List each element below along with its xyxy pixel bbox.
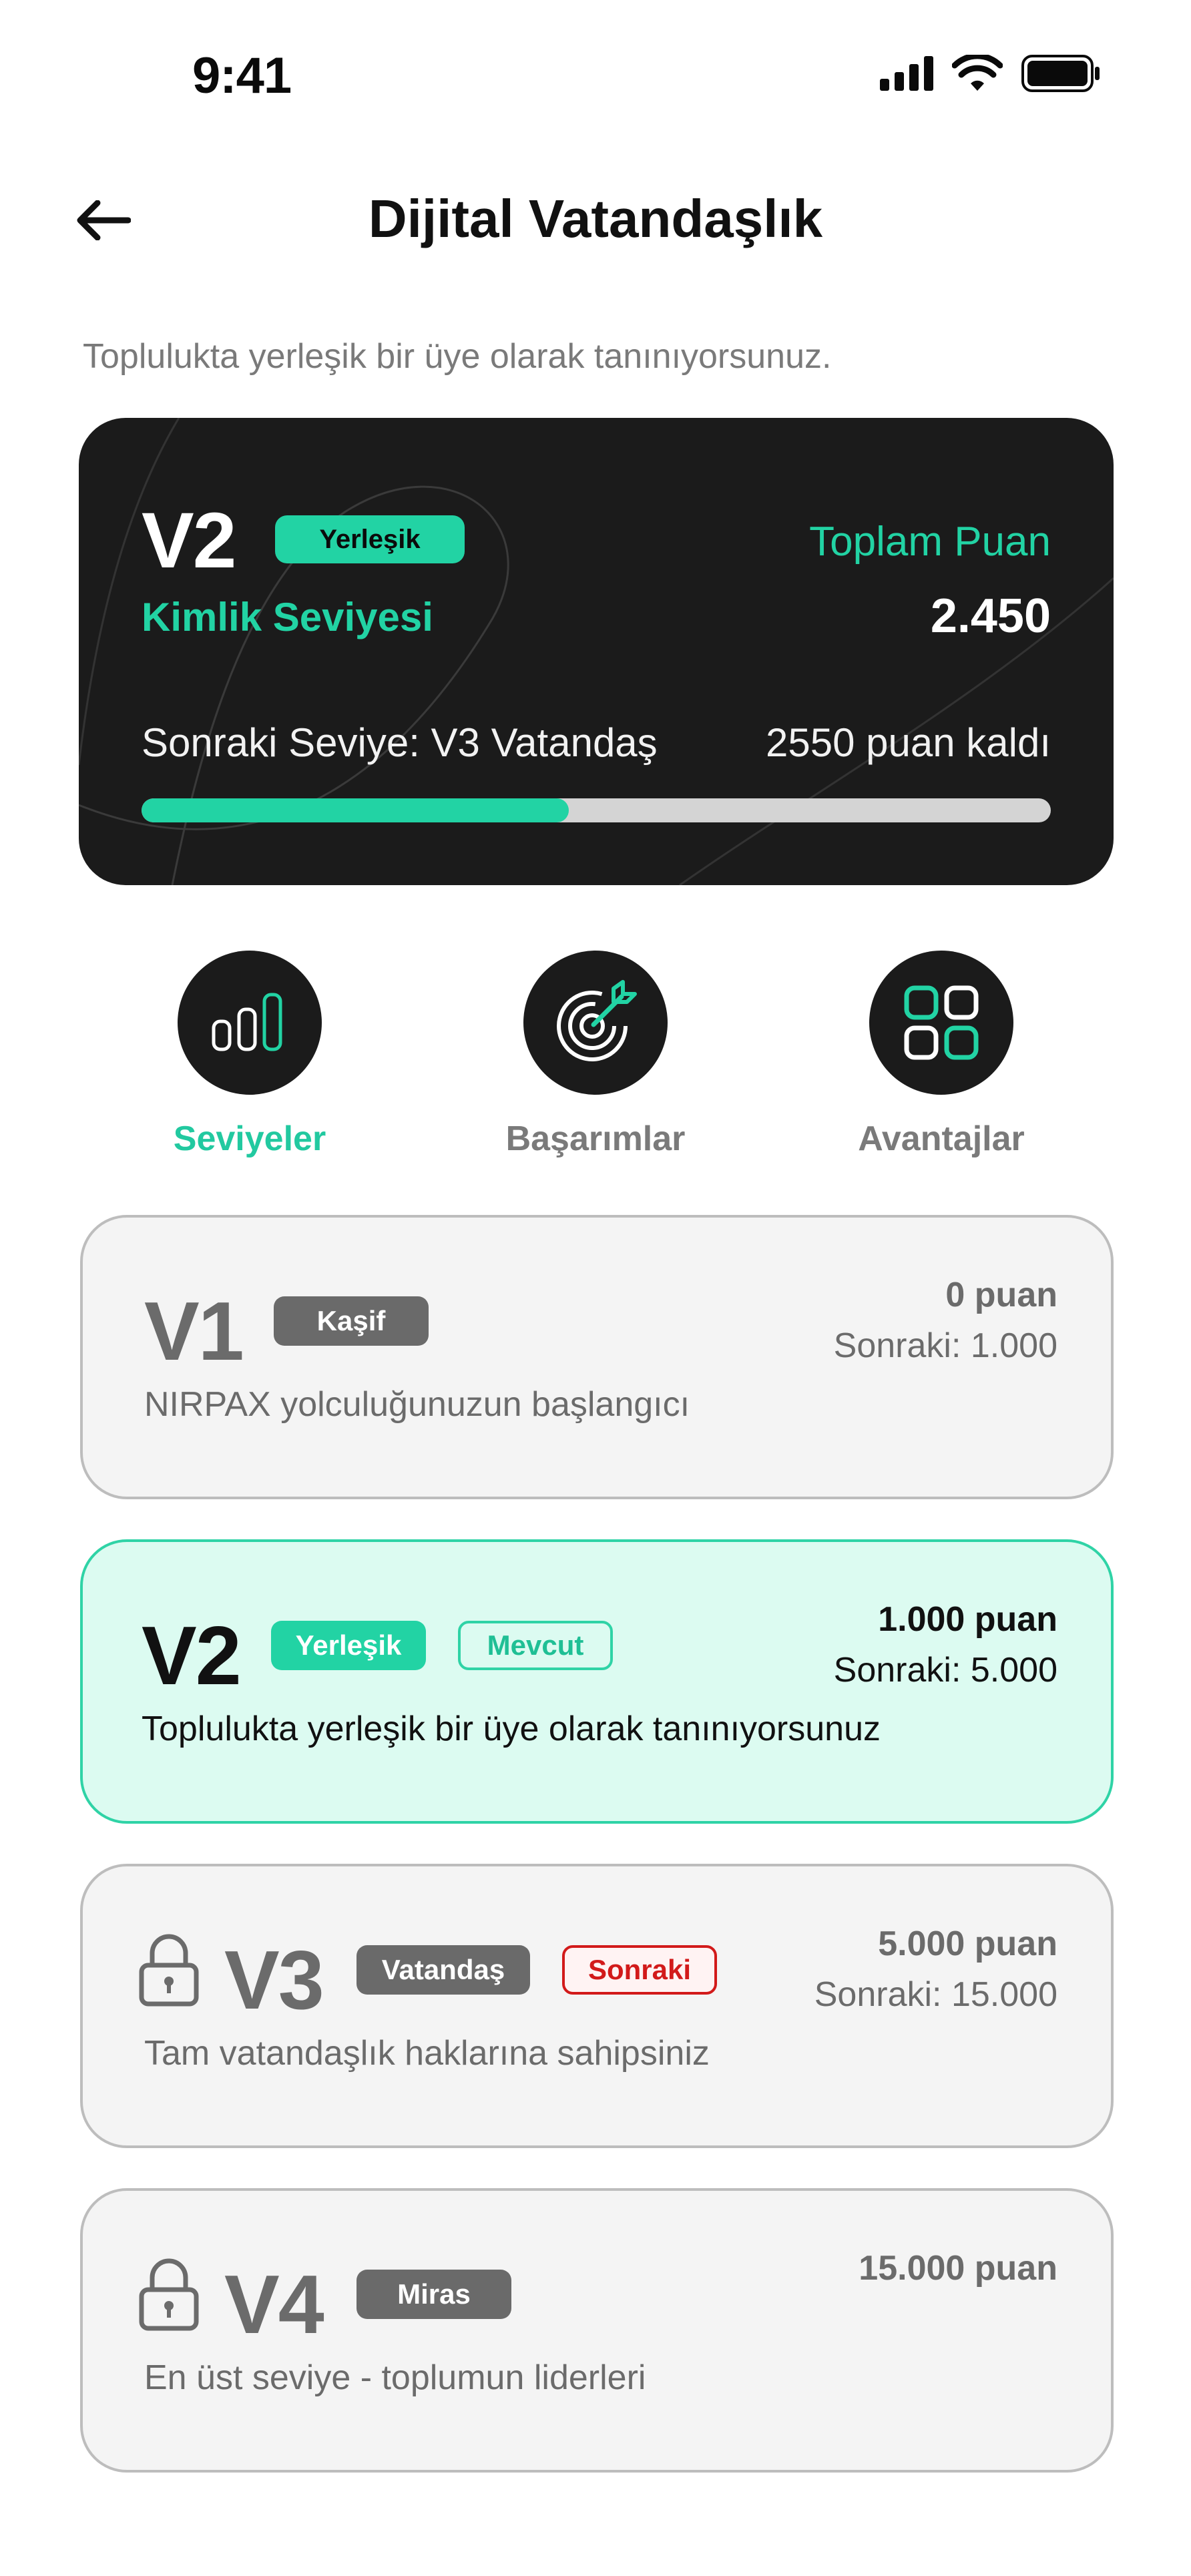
level-card-v2[interactable]: V2 Yerleşik Mevcut 1.000 puan Sonraki: 5… [80,1539,1114,1824]
level-points: 1.000 puan [878,1600,1057,1639]
signal-icon [880,56,933,91]
level-tag: Miras [356,2270,511,2319]
battery-icon [1021,55,1100,92]
status-time: 9:41 [192,47,292,104]
page-title: Dijital Vatandaşlık [368,189,823,248]
level-sublabel: Kimlik Seviyesi [142,595,433,639]
level-points: 15.000 puan [859,2249,1057,2288]
level-tag: Vatandaş [356,1945,530,1995]
current-tag: Mevcut [458,1621,613,1670]
level-next: Sonraki: 1.000 [833,1326,1057,1365]
level-tag: Kaşif [274,1296,429,1346]
level-card-v4[interactable]: V4 Miras 15.000 puan En üst seviye - top… [80,2188,1114,2473]
level-code: V1 [144,1286,244,1378]
grid-icon [904,985,979,1060]
tab-achievements-icon-circle [523,951,668,1095]
tab-achievements[interactable]: Başarımlar [482,951,709,1159]
level-next: Sonraki: 5.000 [833,1651,1057,1690]
tab-benefits-icon-circle [869,951,1013,1095]
level-points: 5.000 puan [878,1924,1057,1963]
level-description: Tam vatandaşlık haklarına sahipsiniz [144,2034,710,2073]
points-remaining: 2550 puan kaldı [765,720,1051,765]
identity-level-card: V2 Yerleşik Kimlik Seviyesi Toplam Puan … [79,418,1114,885]
tab-levels[interactable]: Seviyeler [136,951,363,1159]
level-code: V2 [142,1610,242,1702]
tab-label: Avantajlar [858,1119,1025,1158]
tab-levels-icon-circle [178,951,322,1095]
level-card-v3[interactable]: V3 Vatandaş Sonraki 5.000 puan Sonraki: … [80,1864,1114,2148]
next-level-label: Sonraki Seviye: V3 Vatandaş [142,720,658,765]
level-description: En üst seviye - toplumun liderleri [144,2358,646,2397]
next-tag: Sonraki [562,1945,717,1995]
level-code: V4 [224,2259,324,2351]
total-points-label: Toplam Puan [809,519,1051,565]
lock-icon [139,1934,199,2007]
tab-label: Başarımlar [505,1119,686,1158]
level-card-v1[interactable]: V1 Kaşif 0 puan Sonraki: 1.000 NIRPAX yo… [80,1215,1114,1499]
wifi-icon [952,55,1003,91]
level-description: NIRPAX yolculuğunuzun başlangıcı [144,1385,690,1424]
level-points: 0 puan [945,1276,1057,1314]
tab-label: Seviyeler [173,1119,326,1158]
bar-chart-icon [212,993,282,1051]
level-next: Sonraki: 15.000 [814,1975,1057,2014]
status-icons [880,55,1100,92]
tab-benefits[interactable]: Avantajlar [828,951,1055,1159]
level-description: Toplulukta yerleşik bir üye olarak tanın… [142,1710,881,1748]
total-points-value: 2.450 [930,589,1051,643]
level-badge: Yerleşik [275,515,465,563]
level-tag: Yerleşik [271,1621,426,1670]
target-icon [557,980,637,1061]
current-level-code: V2 [142,497,236,585]
level-code: V3 [224,1935,324,2027]
level-progress-fill [142,798,569,822]
level-progress-bar [142,798,1051,822]
page-subtitle: Toplulukta yerleşik bir üye olarak tanın… [83,337,832,376]
lock-icon [139,2258,199,2331]
